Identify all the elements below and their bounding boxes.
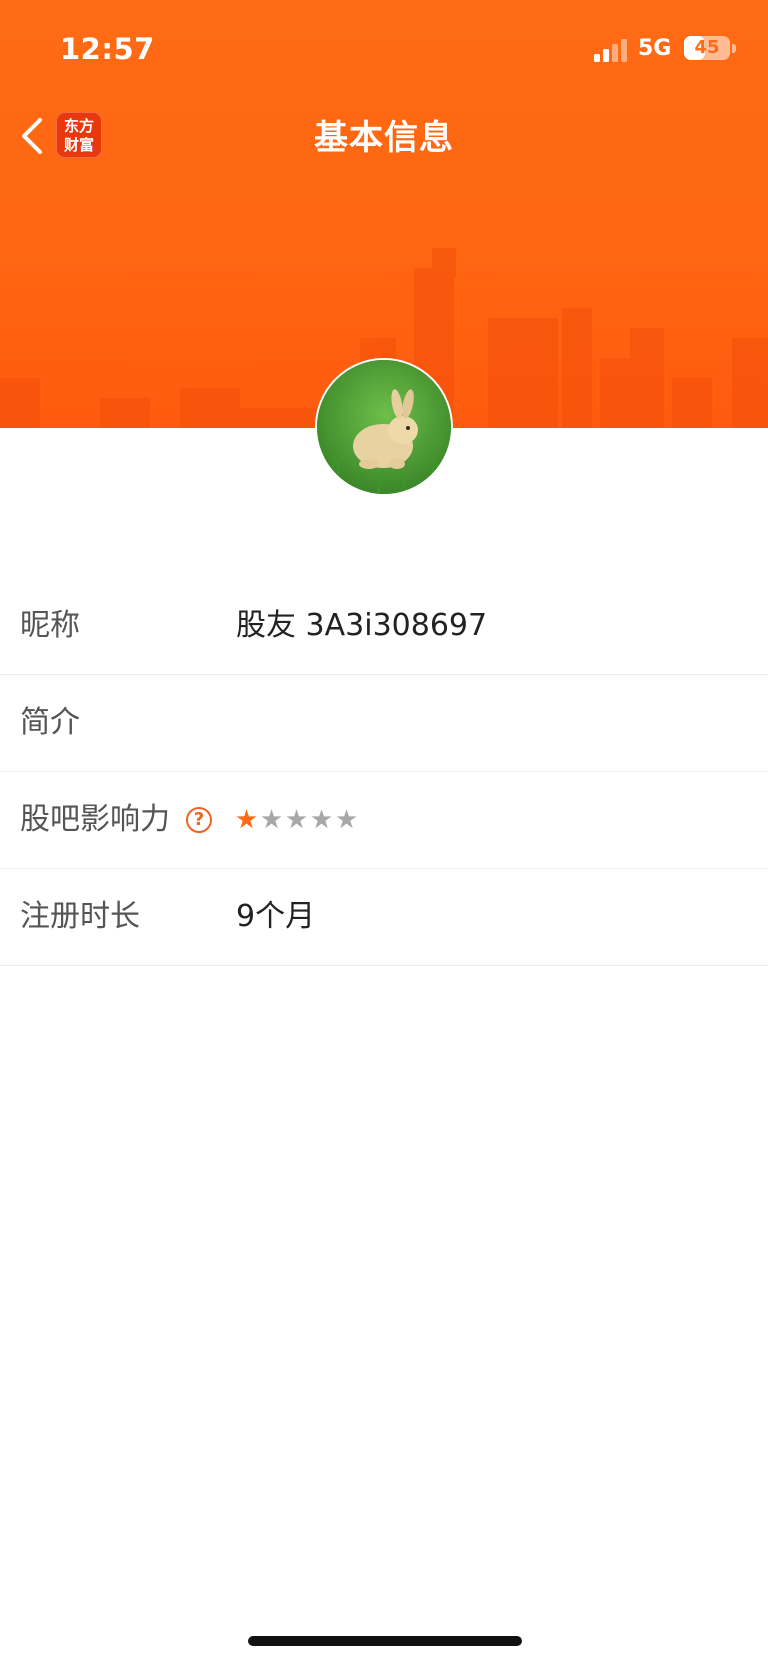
star-empty-icon: ★ [309, 805, 334, 835]
battery-tip [732, 44, 736, 53]
signal-icon [594, 39, 627, 62]
row-nickname[interactable]: 昵称 股友 3A3i308697 [0, 578, 768, 675]
nickname-label: 昵称 [20, 608, 80, 643]
nickname-value: 股友 3A3i308697 [236, 608, 488, 643]
bio-label: 简介 [20, 705, 80, 740]
register-duration-value: 9个月 [236, 899, 316, 934]
rabbit-avatar-icon [317, 360, 451, 494]
status-time: 12:57 [60, 32, 155, 66]
network-type: 5G [638, 36, 672, 61]
page-title: 基本信息 [314, 118, 454, 158]
register-duration-label: 注册时长 [20, 899, 140, 934]
avatar[interactable] [315, 358, 453, 496]
star-empty-icon: ★ [259, 805, 284, 835]
star-empty-icon: ★ [284, 805, 309, 835]
star-filled-icon: ★ [234, 805, 259, 835]
row-bio[interactable]: 简介 [0, 675, 768, 772]
influence-label: 股吧影响力 [20, 802, 170, 837]
status-bar: 12:57 5G 45 [0, 0, 768, 100]
row-register-duration: 注册时长 9个月 [0, 869, 768, 966]
influence-rating: ★★★★★ [234, 772, 359, 868]
row-influence: 股吧影响力 ? ★★★★★ [0, 772, 768, 869]
question-circle-icon[interactable]: ? [186, 807, 212, 833]
home-indicator[interactable] [248, 1636, 522, 1646]
battery-percent: 45 [694, 37, 720, 58]
battery-icon: 45 [684, 36, 730, 60]
profile-info-list: 昵称 股友 3A3i308697 简介 股吧影响力 ? ★★★★★ 注册时长 9… [0, 578, 768, 966]
star-empty-icon: ★ [334, 805, 359, 835]
